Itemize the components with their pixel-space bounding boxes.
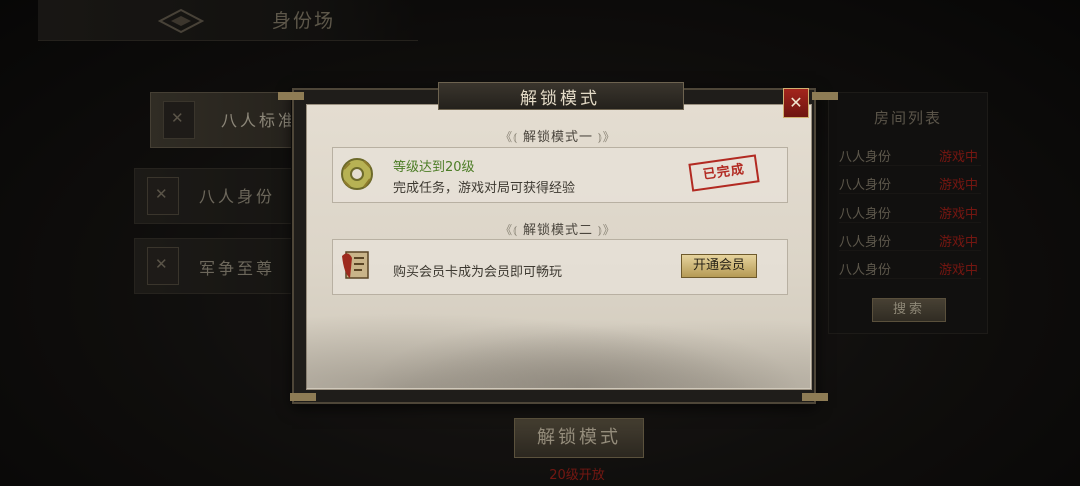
unlock-description-1: 完成任务，游戏对局可获得经验 <box>393 181 576 196</box>
unlock-description-2: 购买会员卡成为会员即可畅玩 <box>393 265 563 280</box>
army-silhouette-decoration <box>306 300 810 388</box>
ornament-left-icon: 《⦅ <box>500 223 523 237</box>
open-membership-button[interactable]: 开通会员 <box>681 254 757 278</box>
modal-title: 解锁模式 <box>520 89 600 109</box>
section-heading-text: 解锁模式一 <box>522 130 593 145</box>
vip-card-scroll-icon <box>342 251 369 279</box>
close-icon[interactable]: ✕ <box>783 88 809 118</box>
ornament-right-icon: ⦆》 <box>593 223 616 237</box>
section-heading-2: 《⦅ 解锁模式二 ⦆》 <box>306 219 810 238</box>
jade-coin-icon <box>341 158 373 190</box>
frame-corner-ornament <box>802 393 828 401</box>
frame-corner-ornament <box>278 92 304 100</box>
frame-corner-ornament <box>290 393 316 401</box>
ornament-left-icon: 《⦅ <box>500 130 523 144</box>
frame-corner-ornament <box>812 92 838 100</box>
level-requirement: 等级达到20级 <box>393 160 475 175</box>
section-heading-text: 解锁模式二 <box>522 223 593 238</box>
ornament-right-icon: ⦆》 <box>593 130 616 144</box>
section-heading-1: 《⦅ 解锁模式一 ⦆》 <box>306 126 810 145</box>
